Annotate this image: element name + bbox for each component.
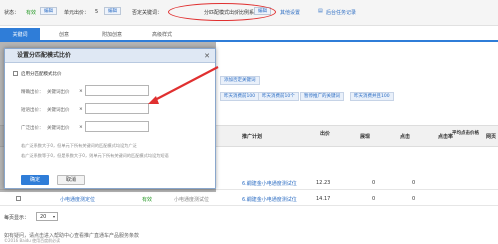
row-impressions: 0 xyxy=(372,180,376,186)
cancel-button[interactable]: 取消 xyxy=(57,175,85,185)
col-avg-cpc[interactable]: 平均点击价格 xyxy=(452,130,479,136)
tab-keywords[interactable]: 关键词 xyxy=(0,28,40,42)
add-negative-keyword-button[interactable]: 添加否定关键词 xyxy=(220,76,260,85)
row-clicks: 0 xyxy=(412,196,416,202)
dialog-title: 设置分匹配模式比价 xyxy=(5,49,215,63)
status-edit-button[interactable]: 编辑 xyxy=(40,7,57,15)
per-page-value: 20 xyxy=(40,214,47,220)
confirm-button[interactable]: 确定 xyxy=(21,175,49,185)
col-ctr[interactable]: 点击率 xyxy=(438,133,453,140)
paused-keywords-button[interactable]: 暂停推广的关键词 xyxy=(300,92,344,101)
phrase-bid-sub: 关键词出价 xyxy=(47,108,70,113)
negative-keyword-label: 否定关键词： xyxy=(132,10,163,16)
exact-ratio-input[interactable] xyxy=(85,85,149,96)
broad-bid-label: 广泛出价： xyxy=(21,126,44,131)
highlight-ellipse xyxy=(168,3,276,21)
unit-bid-edit-button[interactable]: 编辑 xyxy=(104,7,121,15)
exact-bid-sub: 关键词出价 xyxy=(47,90,70,95)
dialog-note-1: 若广泛系数大于0，但单元下所有关键词的匹配模式均设为广泛 xyxy=(21,143,137,148)
phrase-ratio-input[interactable] xyxy=(85,103,149,114)
row-plan[interactable]: 6.繝建金小电通度测试位 xyxy=(242,196,297,203)
per-page-select[interactable]: 20 ▾ xyxy=(36,212,58,221)
other-settings-link[interactable]: 其他设置 xyxy=(280,9,300,16)
task-record-icon: ▤ xyxy=(318,8,323,14)
status-label: 状态： xyxy=(4,10,20,16)
tab-extra-creatives[interactable]: 附加创意 xyxy=(92,28,132,42)
row-clicks: 0 xyxy=(412,180,416,186)
exact-multiply-sign: × xyxy=(79,89,83,94)
col-impressions[interactable]: 展现 xyxy=(360,133,370,140)
enable-ratio-checkbox[interactable] xyxy=(13,71,18,76)
tab-advanced-styles[interactable]: 高级样式 xyxy=(142,28,182,42)
col-plan[interactable]: 推广计划 xyxy=(242,133,262,140)
table-row: 小电通度测定位 有效 小电通度测试位 6.繝建金小电通度测试位 14.17 0 … xyxy=(0,192,498,206)
yesterday-spend-100-button[interactable]: 昨天消费并且100 xyxy=(350,92,394,101)
enable-ratio-label: 启用分匹配模式比价 xyxy=(21,72,62,77)
broad-bid-sub: 关键词出价 xyxy=(47,126,70,131)
broad-ratio-input[interactable] xyxy=(85,121,149,132)
row-bid: 14.17 xyxy=(316,196,331,202)
phrase-multiply-sign: × xyxy=(79,107,83,112)
yesterday-top100-button[interactable]: 昨天消费前100 xyxy=(220,92,260,101)
exact-bid-label: 精确出价： xyxy=(21,90,44,95)
phrase-bid-label: 短语出价： xyxy=(21,108,44,113)
yesterday-top10-button[interactable]: 昨天消费前10个 xyxy=(258,92,299,101)
row-keyword[interactable]: 小电通度测定位 xyxy=(60,196,95,203)
col-web[interactable]: 网页 xyxy=(486,133,496,140)
tab-creatives[interactable]: 创意 xyxy=(44,28,84,42)
task-record-link[interactable]: 后台任务记录 xyxy=(326,9,356,16)
row-checkbox[interactable] xyxy=(16,196,21,201)
unit-bid-label: 单元出价： xyxy=(64,10,90,16)
chevron-down-icon: ▾ xyxy=(52,214,55,219)
match-ratio-dialog: 设置分匹配模式比价 ✕ 启用分匹配模式比价 精确出价： 关键词出价 × 短语出价… xyxy=(4,48,216,189)
dialog-note-2: 若广泛系数等于0，但是系数大于0，则单元下所有关键词的匹配模式均设为短语 xyxy=(21,153,169,158)
tab-bar: 关键词 创意 附加创意 高级样式 xyxy=(0,28,498,42)
close-icon[interactable]: ✕ xyxy=(204,52,210,60)
row-impressions: 0 xyxy=(372,196,376,202)
status-value: 有效 xyxy=(26,10,37,16)
col-clicks[interactable]: 点击 xyxy=(400,133,410,140)
copyright-text: ©2016 Baidu 使用百度前必读 xyxy=(4,238,61,243)
unit-bid-value: 5 xyxy=(95,9,99,15)
row-unit: 小电通度测试位 xyxy=(174,197,210,203)
row-status: 有效 xyxy=(142,197,153,203)
row-bid: 12.23 xyxy=(316,180,331,186)
col-bid[interactable]: 出价 xyxy=(320,130,330,137)
row-plan[interactable]: 6.繝建金小电通度测试位 xyxy=(242,180,297,187)
broad-multiply-sign: × xyxy=(79,125,83,130)
per-page-label: 每页显示： xyxy=(4,215,30,221)
